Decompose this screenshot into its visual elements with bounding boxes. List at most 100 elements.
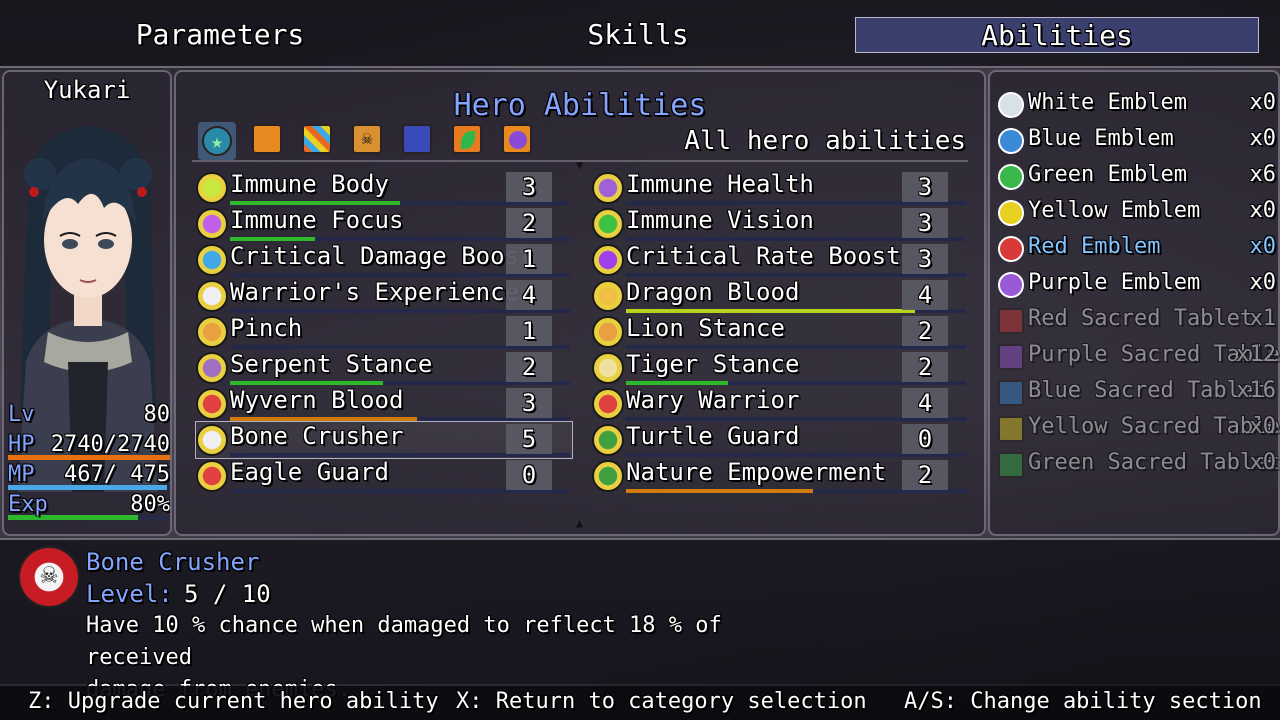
inventory-item-quantity: x12 — [1236, 342, 1276, 367]
ability-icon — [592, 388, 624, 420]
ability-icon — [196, 208, 228, 240]
ability-row[interactable]: Serpent Stance 2 — [196, 350, 572, 386]
ability-level: 1 — [506, 316, 552, 346]
inventory-item-quantity: x0 — [1249, 270, 1277, 295]
skull-category-icon[interactable]: ☠ — [352, 124, 382, 154]
ability-icon — [592, 352, 624, 384]
ability-name: Turtle Guard — [626, 422, 800, 450]
ability-name: Bone Crusher — [230, 422, 404, 450]
ability-icon — [592, 280, 624, 312]
ability-name: Immune Focus — [230, 206, 404, 234]
ability-row[interactable]: Eagle Guard 0 — [196, 458, 572, 494]
inventory-item[interactable]: Green Emblem x6 — [996, 160, 1276, 196]
ability-level: 0 — [506, 460, 552, 490]
body-category-icon[interactable] — [252, 124, 282, 154]
star-category-icon[interactable]: ★ — [202, 126, 232, 156]
beast-category-icon[interactable] — [402, 124, 432, 154]
ability-icon — [592, 172, 624, 204]
mp-row: MP 467/ 475 — [8, 462, 170, 492]
inventory-item[interactable]: White Emblem x0 — [996, 88, 1276, 124]
ability-row[interactable]: Immune Focus 2 — [196, 206, 572, 242]
hero-name: Yukari — [43, 76, 131, 104]
ability-level: 1 — [506, 244, 552, 274]
inventory-item[interactable]: Blue Sacred Tablet x16 — [996, 376, 1276, 412]
ability-icon — [592, 460, 624, 492]
abilities-panel: Hero Abilities ★ ☠ All hero abilities ▼ … — [174, 70, 986, 536]
exp-label: Exp — [8, 492, 48, 517]
leaf-category-icon[interactable] — [452, 124, 482, 154]
inventory-item-name: Green Emblem — [1028, 162, 1187, 187]
tab-abilities[interactable]: Abilities — [855, 17, 1259, 53]
ability-row[interactable]: Critical Damage Boost 1 — [196, 242, 572, 278]
emblem-icon — [998, 236, 1024, 262]
inventory-item[interactable]: Red Emblem x0 — [996, 232, 1276, 268]
ability-row[interactable]: Immune Body 3 — [196, 170, 572, 206]
inventory-item[interactable]: Purple Emblem x0 — [996, 268, 1276, 304]
inventory-item-name: Blue Emblem — [1028, 126, 1174, 151]
ability-level: 2 — [902, 460, 948, 490]
ability-icon — [196, 244, 228, 276]
ability-row[interactable]: Tiger Stance 2 — [592, 350, 968, 386]
ability-level: 3 — [506, 388, 552, 418]
inventory-item[interactable]: Blue Emblem x0 — [996, 124, 1276, 160]
ability-icon — [196, 388, 228, 420]
ability-row[interactable]: Wyvern Blood 3 — [196, 386, 572, 422]
inventory-item-quantity: x0 — [1249, 414, 1277, 439]
level-label: Lv — [8, 402, 35, 427]
ability-row[interactable]: Critical Rate Boost 3 — [592, 242, 968, 278]
tab-parameters[interactable]: Parameters — [18, 17, 422, 53]
ability-row[interactable]: Pinch 1 — [196, 314, 572, 350]
mp-label: MP — [8, 462, 35, 487]
ability-row[interactable]: Bone Crusher 5 — [195, 421, 573, 459]
inventory-item[interactable]: Red Sacred Tablet x1 — [996, 304, 1276, 340]
ability-progress-fill — [230, 237, 315, 241]
ability-row[interactable]: Immune Health 3 — [592, 170, 968, 206]
scroll-up-arrow[interactable]: ▼ — [576, 158, 583, 172]
hero-stats: Lv 80 HP 2740/2740 MP 467/ 475 Exp 80% — [8, 402, 170, 522]
purple-category-icon[interactable] — [502, 124, 532, 154]
ability-progress-fill — [626, 309, 915, 313]
inventory-item-quantity: x0 — [1249, 198, 1277, 223]
ability-row[interactable]: Wary Warrior 4 — [592, 386, 968, 422]
ability-row[interactable]: Warrior's Experience 4 — [196, 278, 572, 314]
help-change-section: A/S: Change ability section — [904, 689, 1262, 714]
skull-icon: ☠ — [40, 557, 58, 590]
inventory-item-quantity: x6 — [1249, 162, 1277, 187]
ability-icon — [592, 424, 624, 456]
tab-bar: Parameters Skills Abilities — [0, 0, 1280, 68]
ability-level: 2 — [902, 316, 948, 346]
category-label: All hero abilities — [684, 126, 966, 156]
ability-row[interactable]: Turtle Guard 0 — [592, 422, 968, 458]
ability-row[interactable]: Dragon Blood 4 — [592, 278, 968, 314]
ability-level: 5 — [506, 424, 552, 454]
emblem-icon — [998, 128, 1024, 154]
abilities-title: Hero Abilities — [453, 88, 707, 123]
ability-icon — [196, 172, 228, 204]
ability-progress-fill — [230, 381, 383, 385]
inventory-item-quantity: x0 — [1249, 450, 1277, 475]
exp-row: Exp 80% — [8, 492, 170, 522]
inventory-item-name: White Emblem — [1028, 90, 1187, 115]
emblem-icon — [998, 92, 1024, 118]
ability-icon — [196, 460, 228, 492]
ability-name: Immune Body — [230, 170, 389, 198]
stats-category-icon[interactable] — [302, 124, 332, 154]
tab-skills[interactable]: Skills — [436, 17, 840, 53]
tablet-icon — [998, 344, 1024, 370]
ability-row[interactable]: Nature Empowerment 2 — [592, 458, 968, 494]
level-value: 80 — [143, 402, 171, 427]
ability-row[interactable]: Immune Vision 3 — [592, 206, 968, 242]
inventory-item[interactable]: Green Sacred Tablet x0 — [996, 448, 1280, 484]
ability-level: 3 — [506, 172, 552, 202]
ability-level: 3 — [902, 172, 948, 202]
ability-name: Immune Vision — [626, 206, 814, 234]
description-line-1: Have 10 % chance when damaged to reflect… — [86, 613, 722, 670]
inventory-item[interactable]: Yellow Sacred Tablet x0 — [996, 412, 1280, 448]
ability-row[interactable]: Lion Stance 2 — [592, 314, 968, 350]
ability-name: Pinch — [230, 314, 303, 342]
inventory-item[interactable]: Yellow Emblem x0 — [996, 196, 1276, 232]
inventory-item[interactable]: Purple Sacred Tablet x12 — [996, 340, 1280, 376]
inventory-item-quantity: x0 — [1249, 126, 1277, 151]
scroll-down-arrow[interactable]: ▲ — [576, 516, 583, 530]
ability-progress-fill — [626, 381, 728, 385]
